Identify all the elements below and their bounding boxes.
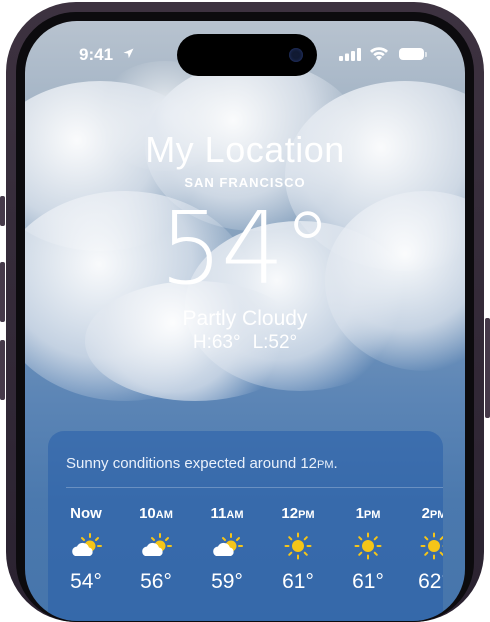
- high-temp: H:63°: [192, 332, 241, 353]
- partly-cloudy-icon: [126, 532, 186, 560]
- hour-label: Now: [70, 505, 102, 522]
- hour-item: 10AM 56°: [126, 497, 186, 594]
- hour-temp: 61°: [282, 570, 314, 593]
- status-bar: 9:41: [25, 21, 465, 83]
- location-arrow-icon: [123, 48, 134, 59]
- sun-icon: [338, 532, 398, 560]
- forecast-summary-text: Sunny conditions expected around 12: [66, 455, 318, 472]
- sun-icon: [404, 532, 443, 560]
- hour-temp: 59°: [211, 570, 243, 593]
- location-title: My Location: [145, 129, 345, 170]
- forecast-summary: Sunny conditions expected around 12PM.: [66, 455, 338, 472]
- hour-item: 11AM 59°: [197, 497, 257, 594]
- hour-label: 12PM: [281, 505, 315, 522]
- hour-temp: 61°: [352, 570, 384, 593]
- hour-label: 10AM: [139, 505, 173, 522]
- hour-item: 2PM 62°: [404, 497, 443, 594]
- high-low: H:63° L:52°: [25, 332, 465, 354]
- hour-label: 2PM: [421, 505, 443, 522]
- hourly-forecast-card[interactable]: Sunny conditions expected around 12PM. N…: [48, 431, 443, 621]
- weather-screen: 9:41 My Location SAN FRANCISCO 54° Partl…: [25, 21, 465, 621]
- status-time: 9:41: [79, 45, 114, 64]
- hourly-scroll[interactable]: Now 54° 10AM 56° 11AM 59° 12PM 61° 1PM 6…: [48, 497, 443, 621]
- forecast-summary-suffix: PM: [317, 459, 334, 471]
- volume-up-button: [0, 262, 5, 322]
- power-button: [485, 318, 490, 418]
- current-temperature: 54°: [159, 190, 332, 307]
- hour-temp: 56°: [140, 570, 172, 593]
- phone: 9:41 My Location SAN FRANCISCO 54° Partl…: [0, 0, 490, 622]
- current-condition: Partly Cloudy: [182, 307, 308, 330]
- cellular-signal-icon: [339, 48, 361, 61]
- divider: [66, 487, 443, 488]
- sun-icon: [268, 532, 328, 560]
- forecast-summary-end: .: [333, 455, 338, 472]
- location-city: SAN FRANCISCO: [184, 175, 306, 190]
- hour-label: 11AM: [210, 505, 244, 522]
- battery-icon: [399, 48, 427, 60]
- volume-down-button: [0, 340, 5, 400]
- action-button: [0, 196, 5, 226]
- hour-item: Now 54°: [56, 497, 116, 594]
- partly-cloudy-icon: [197, 532, 257, 560]
- hour-temp: 54°: [70, 570, 102, 593]
- hour-temp: 62°: [418, 570, 443, 593]
- partly-cloudy-icon: [56, 532, 116, 560]
- front-camera-icon: [289, 48, 303, 62]
- hour-item: 12PM 61°: [268, 497, 328, 594]
- hour-label: 1PM: [355, 505, 381, 522]
- hour-item: 1PM 61°: [338, 497, 398, 594]
- dynamic-island: [177, 34, 317, 76]
- wifi-icon: [370, 47, 388, 61]
- low-temp: L:52°: [252, 332, 298, 353]
